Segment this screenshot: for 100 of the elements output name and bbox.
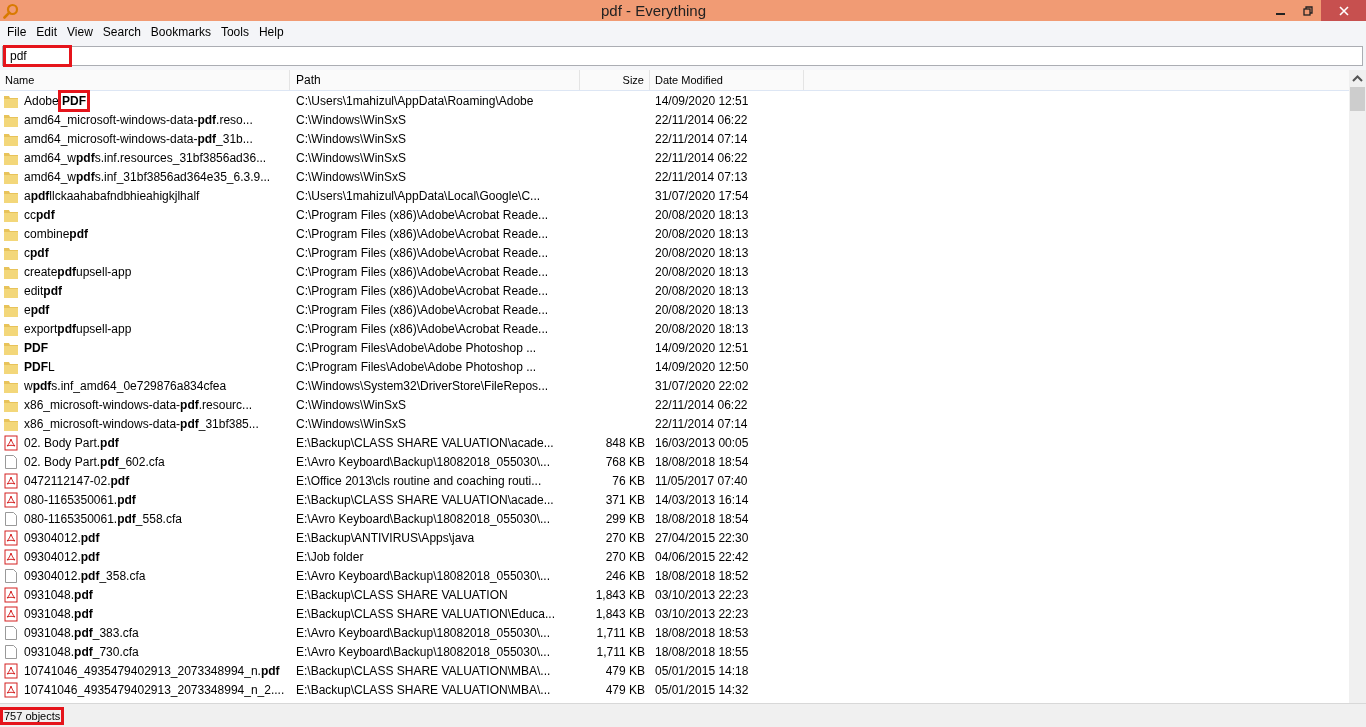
file-name[interactable]: wpdfs.inf_amd64_0e729876a834cfea xyxy=(21,375,230,396)
file-name[interactable]: 09304012.pdf xyxy=(21,527,103,548)
file-name[interactable]: editpdf xyxy=(21,280,65,301)
file-name[interactable]: x86_microsoft-windows-data-pdf_31bf385... xyxy=(21,413,262,434)
file-name[interactable]: ccpdf xyxy=(21,204,58,225)
date-modified: 11/05/2017 07:40 xyxy=(654,473,749,488)
file-name[interactable]: epdf xyxy=(21,299,53,320)
date-modified: 20/08/2020 18:13 xyxy=(654,321,750,336)
file-size: 270 KB xyxy=(605,530,645,545)
file-name[interactable]: 080-1165350061.pdf_558.cfa xyxy=(21,508,185,529)
file-path: C:\Program Files (x86)\Adobe\Acrobat Reade... xyxy=(295,302,550,317)
file-name[interactable]: combinepdf xyxy=(21,223,91,244)
file-size: 270 KB xyxy=(605,549,645,564)
file-name[interactable]: 09304012.pdf xyxy=(21,546,103,567)
file-path: C:\Users\1mahizul\AppData\Local\Google\C... xyxy=(295,188,542,203)
date-modified: 20/08/2020 18:13 xyxy=(654,245,750,260)
date-modified: 22/11/2014 07:14 xyxy=(654,416,749,431)
file-path: E:\Avro Keyboard\Backup\18082018_055030\... xyxy=(295,625,551,640)
file-size: 768 KB xyxy=(605,454,645,469)
file-name[interactable]: 0931048.pdf_730.cfa xyxy=(21,641,142,662)
file-path: C:\Program Files (x86)\Adobe\Acrobat Reade... xyxy=(295,321,550,336)
file-icon xyxy=(3,510,19,527)
pdf-file-icon xyxy=(3,605,19,622)
pdf-file-icon xyxy=(3,681,19,698)
file-name[interactable]: 0931048.pdf xyxy=(21,603,96,624)
file-name[interactable]: cpdf xyxy=(21,242,52,263)
date-modified: 03/10/2013 22:23 xyxy=(654,606,750,621)
file-name[interactable]: exportpdfupsell-app xyxy=(21,318,135,339)
restore-icon xyxy=(1302,5,1313,16)
search-field[interactable]: pdf xyxy=(2,46,1363,66)
menu-item[interactable]: Bookmarks xyxy=(145,24,216,39)
file-name[interactable]: 10741046_4935479402913_2073348994_n_2.... xyxy=(21,679,288,700)
date-modified: 20/08/2020 18:13 xyxy=(654,264,750,279)
file-path: C:\Windows\WinSxS xyxy=(295,169,408,184)
file-name[interactable]: x86_microsoft-windows-data-pdf.resourc... xyxy=(21,394,256,415)
file-name[interactable]: amd64_microsoft-windows-data-pdf_31b... xyxy=(21,128,256,149)
menu-item[interactable]: View xyxy=(62,24,98,39)
menu-item[interactable]: File xyxy=(2,24,32,39)
date-modified: 18/08/2018 18:54 xyxy=(654,454,750,469)
file-name[interactable]: 080-1165350061.pdf xyxy=(21,489,139,510)
file-path: E:\Backup\CLASS SHARE VALUATION\MBA\... xyxy=(295,682,552,697)
file-name[interactable]: 10741046_4935479402913_2073348994_n.pdf xyxy=(21,660,283,681)
date-modified: 03/10/2013 22:23 xyxy=(654,587,750,602)
close-button[interactable] xyxy=(1321,0,1366,21)
column-header[interactable]: Size xyxy=(580,70,650,90)
date-modified: 31/07/2020 17:54 xyxy=(654,188,750,203)
file-name[interactable]: 02. Body Part.pdf xyxy=(21,432,122,453)
menu-item[interactable]: Tools xyxy=(215,24,254,39)
date-modified: 22/11/2014 06:22 xyxy=(654,150,749,165)
file-size: 246 KB xyxy=(605,568,645,583)
column-header[interactable]: Name xyxy=(0,70,290,90)
date-modified: 22/11/2014 07:13 xyxy=(654,169,749,184)
scrollbar-thumb[interactable] xyxy=(1350,87,1365,111)
pdf-file-icon xyxy=(3,529,19,546)
file-size: 1,711 KB xyxy=(596,644,645,659)
file-name[interactable]: amd64_wpdfs.inf.resources_31bf3856ad36... xyxy=(21,147,270,168)
file-path: C:\Windows\WinSxS xyxy=(295,416,408,431)
file-path: E:\Avro Keyboard\Backup\18082018_055030\... xyxy=(295,454,551,469)
vertical-scrollbar[interactable] xyxy=(1349,70,1366,703)
window-title: pdf - Everything xyxy=(601,2,707,19)
date-modified: 14/09/2020 12:50 xyxy=(654,359,750,374)
menu-item[interactable]: Search xyxy=(97,24,146,39)
column-header[interactable]: Path xyxy=(290,70,580,90)
menu-item[interactable]: Edit xyxy=(31,24,63,39)
file-name[interactable]: amd64_wpdfs.inf_31bf3856ad364e35_6.3.9... xyxy=(21,166,274,187)
date-modified: 14/09/2020 12:51 xyxy=(654,340,750,355)
date-modified: 27/04/2015 22:30 xyxy=(654,530,750,545)
file-path: E:\Backup\CLASS SHARE VALUATION\Educa... xyxy=(295,606,556,621)
file-path: C:\Program Files\Adobe\Adobe Photoshop ... xyxy=(295,340,538,355)
file-path: C:\Program Files (x86)\Adobe\Acrobat Reade... xyxy=(295,207,550,222)
file-name[interactable]: 09304012.pdf_358.cfa xyxy=(21,565,149,586)
date-modified: 16/03/2013 00:05 xyxy=(654,435,750,450)
file-name[interactable]: PDF xyxy=(21,337,51,358)
file-name[interactable]: 02. Body Part.pdf_602.cfa xyxy=(21,451,168,472)
close-icon xyxy=(1338,5,1349,16)
date-modified: 05/01/2015 14:18 xyxy=(654,663,750,678)
date-modified: 14/03/2013 16:14 xyxy=(654,492,750,507)
date-modified: 18/08/2018 18:54 xyxy=(654,511,750,526)
file-name[interactable]: apdfllckaahabafndbhieahigkjlhalf xyxy=(21,185,203,206)
pdf-file-icon xyxy=(3,472,19,489)
date-modified: 20/08/2020 18:13 xyxy=(654,302,750,317)
status-text: 757 objects xyxy=(0,706,65,725)
file-size: 1,843 KB xyxy=(595,587,645,602)
date-modified: 18/08/2018 18:55 xyxy=(654,644,750,659)
date-modified: 04/06/2015 22:42 xyxy=(654,549,750,564)
file-name[interactable]: createpdfupsell-app xyxy=(21,261,135,282)
column-header[interactable]: Date Modified xyxy=(650,70,804,90)
file-name[interactable]: 0472112147-02.pdf xyxy=(21,470,133,491)
menu-item[interactable]: Help xyxy=(253,24,289,39)
file-name[interactable]: amd64_microsoft-windows-data-pdf.reso... xyxy=(21,109,256,130)
file-name[interactable]: 0931048.pdf xyxy=(21,584,96,605)
date-modified: 18/08/2018 18:53 xyxy=(654,625,750,640)
file-path: E:\Backup\CLASS SHARE VALUATION\acade... xyxy=(295,435,555,450)
file-name[interactable]: PDFL xyxy=(21,356,58,377)
file-icon xyxy=(3,567,19,584)
file-name[interactable]: Adobe PDF xyxy=(21,90,90,111)
file-path: E:\Avro Keyboard\Backup\18082018_055030\... xyxy=(295,568,551,583)
file-path: C:\Windows\WinSxS xyxy=(295,397,408,412)
file-name[interactable]: 0931048.pdf_383.cfa xyxy=(21,622,142,643)
minimize-icon xyxy=(1276,12,1285,15)
